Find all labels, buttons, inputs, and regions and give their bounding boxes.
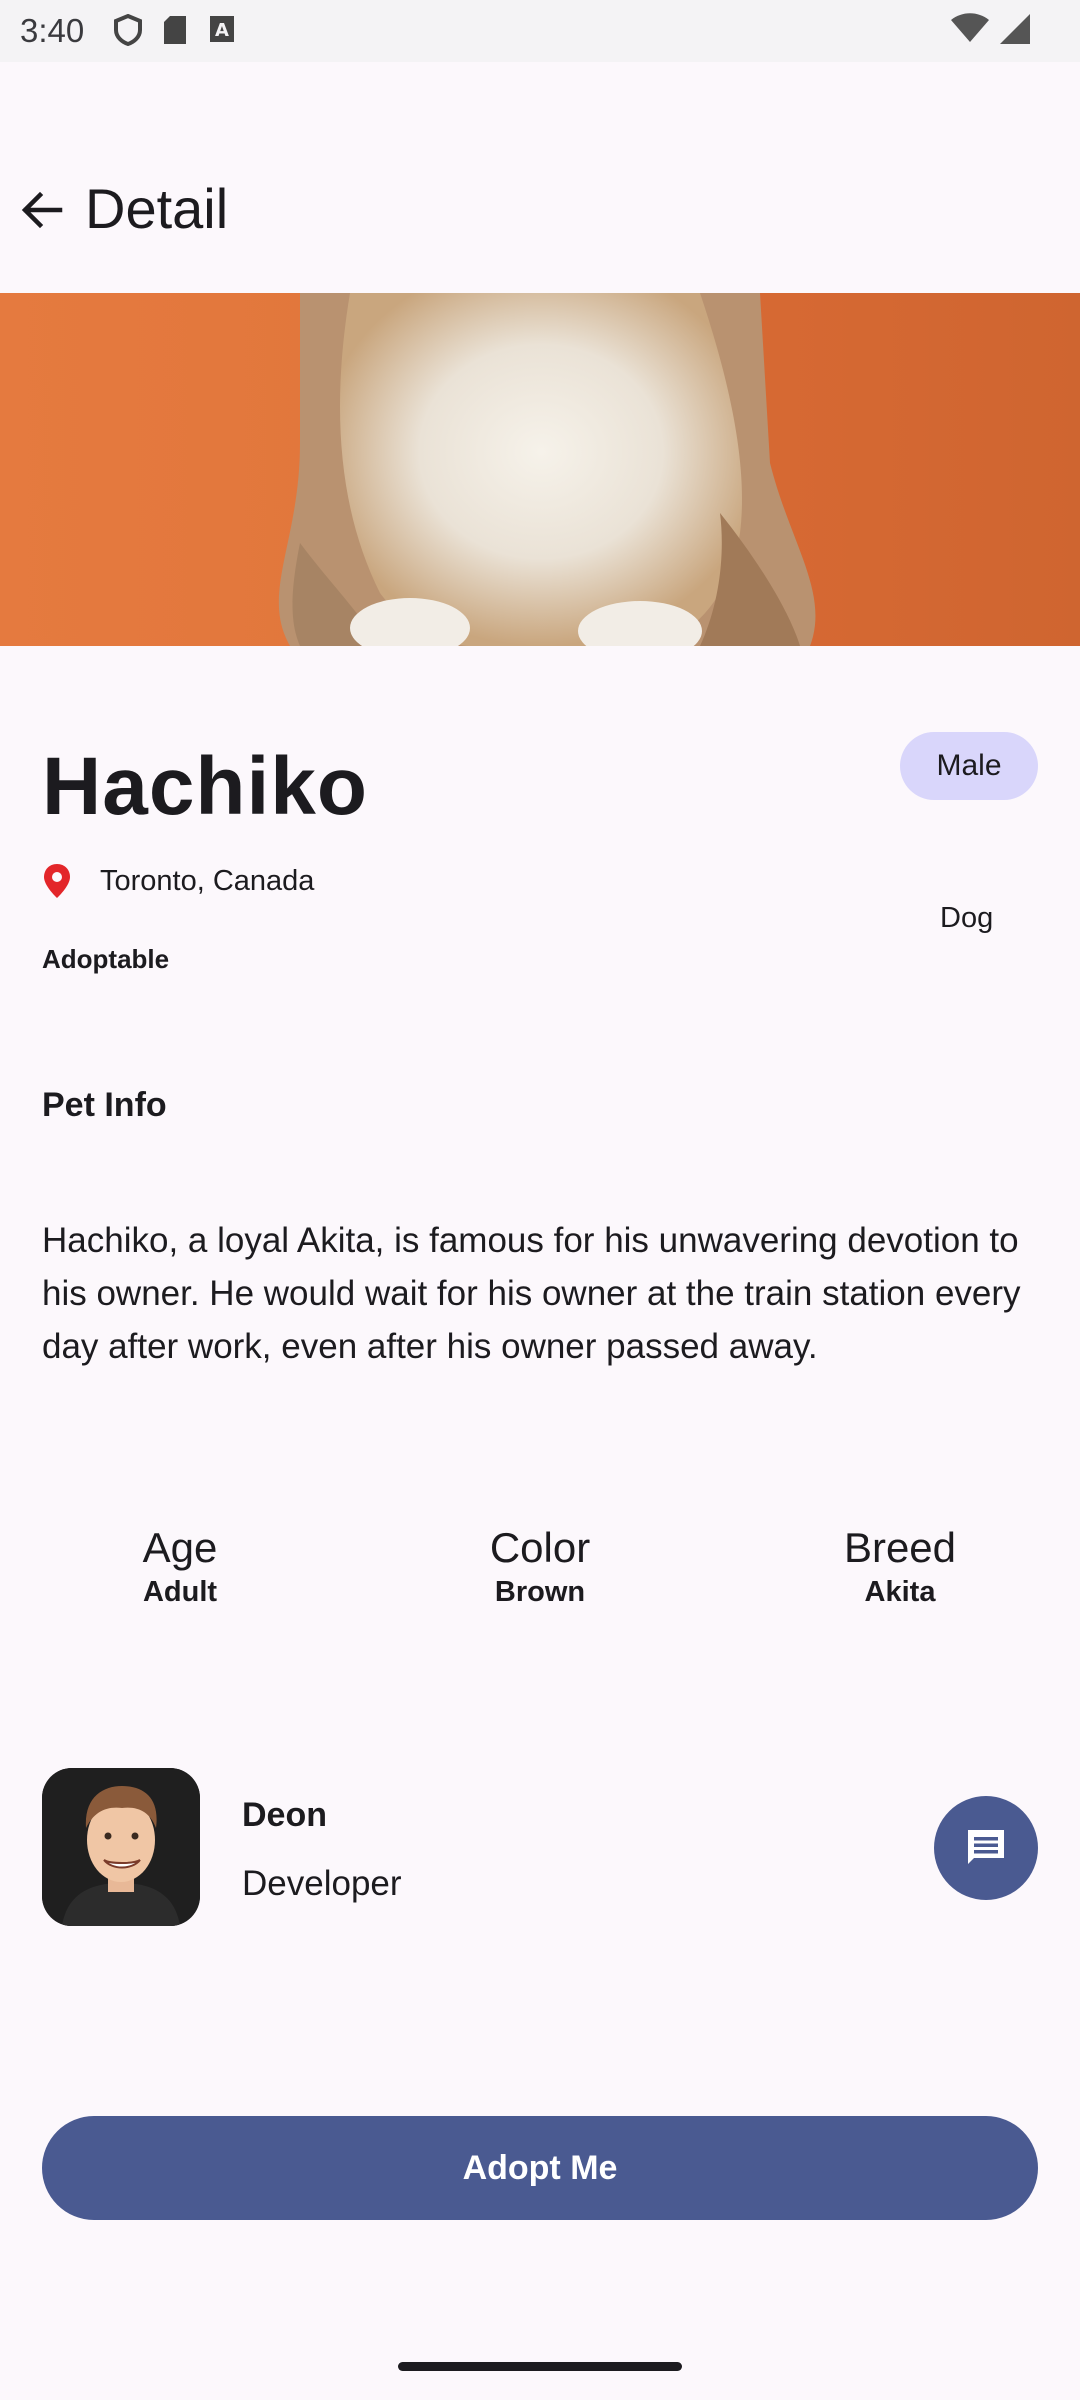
attribute-value: Adult (142, 1576, 218, 1608)
arrow-back-icon (21, 191, 63, 229)
sd-card-icon (164, 16, 186, 44)
attribute-breed: Breed Akita (780, 1524, 1020, 1609)
location-text: Toronto, Canada (100, 864, 315, 897)
section-title-pet-info: Pet Info (42, 1086, 167, 1124)
avatar-illustration (42, 1768, 200, 1926)
pet-photo-image (278, 293, 816, 646)
pet-name: Hachiko (42, 741, 368, 832)
owner-role: Developer (242, 1864, 402, 1903)
attribute-value: Akita (864, 1576, 936, 1608)
cell-signal-icon (1000, 14, 1030, 44)
message-icon (968, 1830, 1004, 1864)
attribute-label: Breed (843, 1524, 957, 1571)
top-app-bar: Detail (0, 150, 1080, 270)
location-row: Toronto, Canada (42, 862, 314, 900)
status-bar: 3:40 A (0, 0, 1080, 62)
status-icons-left: A (114, 14, 236, 46)
pet-description: Hachiko, a loyal Akita, is famous for hi… (42, 1221, 1021, 1366)
adoption-status: Adoptable (42, 944, 170, 974)
status-time: 3:40 (20, 12, 85, 49)
pet-species: Dog (940, 902, 994, 934)
home-indicator[interactable] (398, 2362, 682, 2371)
owner-name: Deon (242, 1796, 327, 1834)
message-owner-button[interactable] (934, 1796, 1038, 1900)
shield-icon (114, 14, 142, 46)
wifi-icon (951, 13, 989, 42)
back-button[interactable] (12, 180, 72, 240)
attribute-label: Age (142, 1524, 218, 1571)
gender-chip: Male (900, 732, 1038, 800)
pet-photo (0, 293, 1080, 646)
adopt-me-button[interactable]: Adopt Me (42, 2116, 1038, 2220)
svg-text:A: A (215, 20, 229, 41)
status-icons-right (950, 12, 1032, 46)
attribute-color: Color Brown (420, 1524, 660, 1609)
attribute-age: Age Adult (60, 1524, 300, 1609)
attribute-value: Brown (494, 1576, 586, 1608)
owner-avatar (42, 1768, 200, 1926)
attribute-label: Color (489, 1524, 591, 1571)
gender-label: Male (936, 749, 1002, 782)
location-pin-icon (44, 864, 70, 898)
keyboard-a-icon: A (210, 16, 234, 42)
page-title: Detail (85, 177, 229, 240)
adopt-me-label: Adopt Me (462, 2148, 618, 2187)
